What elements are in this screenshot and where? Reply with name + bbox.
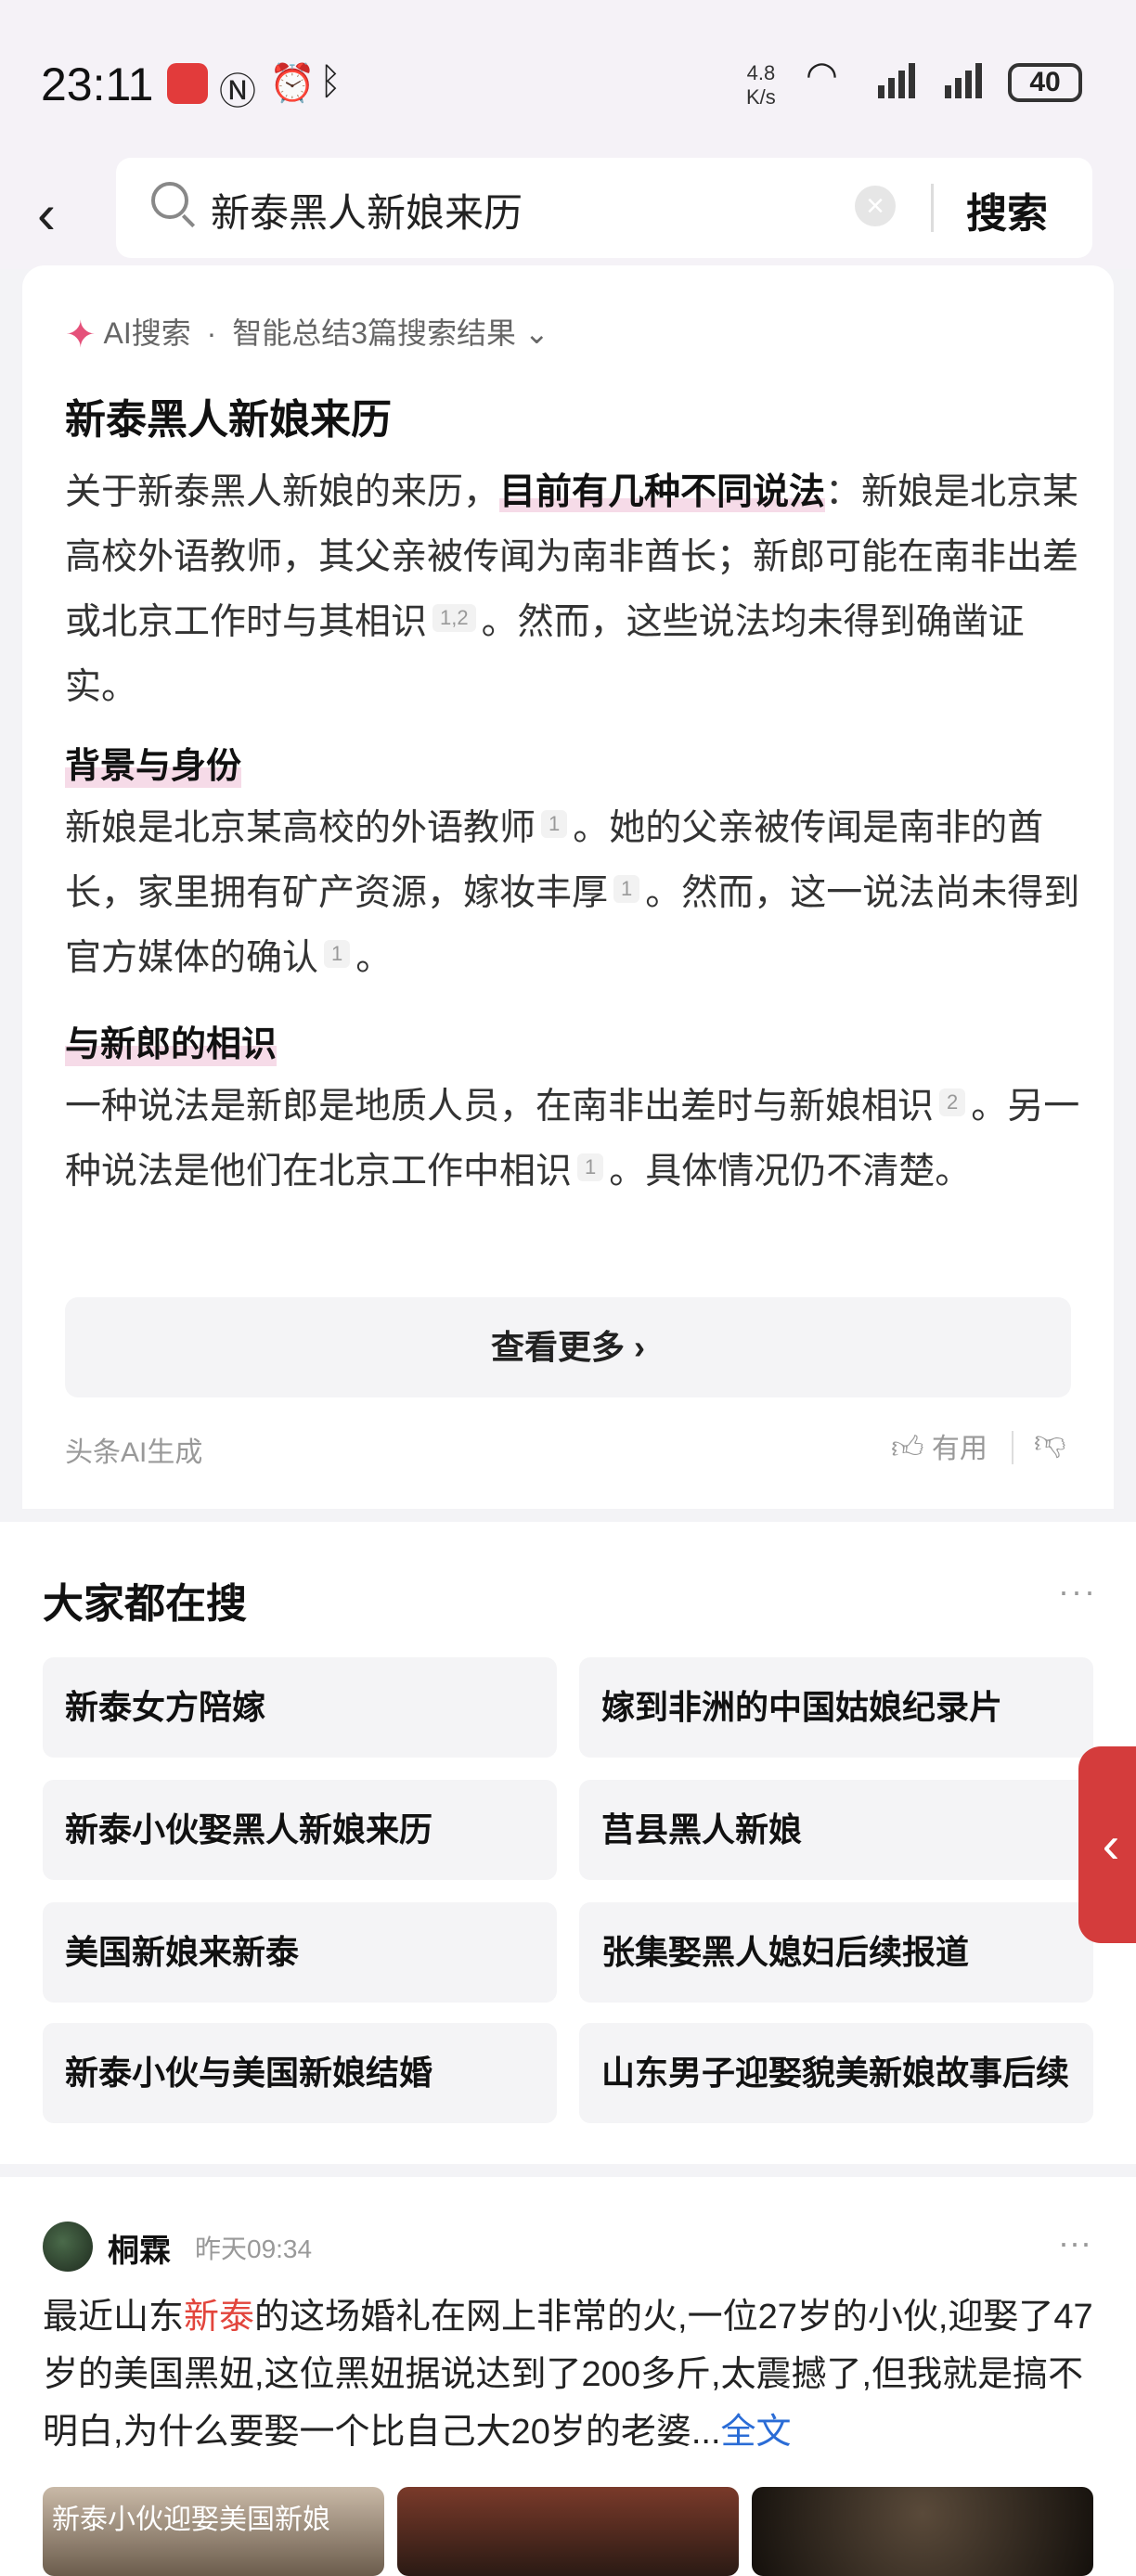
fade-overlay [22,1193,1114,1305]
ai-paragraph-3: 一种说法是新郎是地质人员，在南非出差时与新娘相识 2 。另一种说法是他们在北京工作中… [65,1087,1080,1191]
net-speed: 4.8 K/s [746,61,776,109]
ai-summary-header[interactable]: ✦ AI搜索 · 智能总结3篇搜索结果 ⌄ [65,310,549,356]
hot-search-item[interactable]: 莒县黑人新娘 [579,1780,1093,1880]
ai-paragraph-2: 新娘是北京某高校的外语教师 1 。她的父亲被传闻是南非的酋长，家里拥有矿产资源，嫁妆… [65,808,1080,978]
divider [1012,1431,1013,1464]
citation[interactable]: 1 [541,810,568,838]
hot-search-item[interactable]: 新泰女方陪嫁 [43,1657,557,1758]
alarm-icon: ⏰ [269,63,316,104]
divider [931,184,934,232]
hot-search-item[interactable]: 新泰小伙与美国新娘结婚 [43,2023,557,2123]
hot-search-item[interactable]: 张集娶黑人媳妇后续报道 [579,1902,1093,2003]
search-button[interactable]: 搜索 [966,180,1048,239]
post-card[interactable]: 桐霖 昨天09:34 ··· 最近山东新泰的这场婚礼在网上非常的火,一位27岁的… [0,2177,1136,2576]
back-icon[interactable]: ‹ [37,182,56,246]
citation[interactable]: 1 [577,1153,604,1181]
citation[interactable]: 1 [324,940,351,968]
citation[interactable]: 2 [939,1088,966,1116]
status-bar: 23:11 Ⓝ ⏰ ᛒ 4.8 K/s ◠ 40 [0,0,1136,158]
post-author[interactable]: 桐霖 [108,2225,171,2271]
status-time: 23:11 [41,58,154,110]
image-caption: 新泰小伙迎娶美国新娘 [52,2505,330,2535]
avatar[interactable] [43,2222,93,2272]
citation[interactable]: 1,2 [432,604,476,632]
ai-summary-title: 新泰黑人新娘来历 [65,397,392,443]
ai-summary-card: ✦ AI搜索 · 智能总结3篇搜索结果 ⌄ 新泰黑人新娘来历 关于新泰黑人新娘的来… [22,265,1114,1509]
huawei-icon [167,63,208,104]
thumbs-down-icon[interactable]: 👎︎ [1034,1423,1066,1462]
post-time: 昨天09:34 [195,2235,313,2263]
hot-search-item[interactable]: 新泰小伙娶黑人新娘来历 [43,1780,557,1880]
sparkle-icon: ✦ [65,315,97,355]
search-input[interactable]: 新泰黑人新娘来历 × 搜索 [116,158,1092,258]
nfc-icon: Ⓝ [219,71,256,112]
thumbs-up-icon: 👍︎ [891,1430,924,1465]
ai-summary-source[interactable]: 智能总结3篇搜索结果 [232,316,516,350]
ai-generated-label: 头条AI生成 [65,1437,203,1468]
citation[interactable]: 1 [613,875,640,903]
post-image[interactable] [397,2487,739,2576]
more-options-icon[interactable]: ··· [1058,2223,1091,2262]
bluetooth-icon: ᛒ [319,61,342,102]
more-options-icon[interactable]: ··· [1058,1572,1097,1611]
ai-paragraph-1: 关于新泰黑人新娘的来历，目前有几种不同说法：新娘是北京某高校外语教师，其父亲被传… [65,472,1079,707]
wifi-icon: ◠ [806,55,838,96]
view-more-button[interactable]: 查看更多 › [65,1297,1071,1397]
useful-button[interactable]: 👍︎ 有用 [891,1425,988,1467]
hot-search-item[interactable]: 嫁到非洲的中国姑娘纪录片 [579,1657,1093,1758]
clear-icon[interactable]: × [855,186,896,226]
hot-searches-section: 大家都在搜 ··· 新泰女方陪嫁 嫁到非洲的中国姑娘纪录片 新泰小伙娶黑人新娘来… [0,1522,1136,2164]
ai-subheading-meeting: 与新郎的相识 [65,1015,278,1066]
full-text-link[interactable]: 全文 [721,2413,792,2452]
hot-search-item[interactable]: 美国新娘来新泰 [43,1902,557,2003]
hot-search-item[interactable]: 山东男子迎娶貌美新娘故事后续 [579,2023,1093,2123]
post-text[interactable]: 最近山东新泰的这场婚礼在网上非常的火,一位27岁的小伙,迎娶了47岁的美国黑妞,… [43,2288,1101,2461]
signal-icon-2 [945,63,986,98]
hot-searches-title: 大家都在搜 [43,1581,247,1627]
search-header: ‹ 新泰黑人新娘来历 × 搜索 [0,158,1136,269]
ai-subheading-background: 背景与身份 [65,737,242,788]
post-image[interactable]: 新泰小伙迎娶美国新娘 [43,2487,384,2576]
signal-icon [878,63,919,98]
search-query[interactable]: 新泰黑人新娘来历 [211,182,523,238]
chevron-down-icon[interactable]: ⌄ [524,316,549,350]
post-image[interactable] [752,2487,1093,2576]
search-icon [151,182,188,219]
side-drawer-tab[interactable]: ‹ [1078,1746,1136,1943]
battery-icon: 40 [1008,63,1082,102]
